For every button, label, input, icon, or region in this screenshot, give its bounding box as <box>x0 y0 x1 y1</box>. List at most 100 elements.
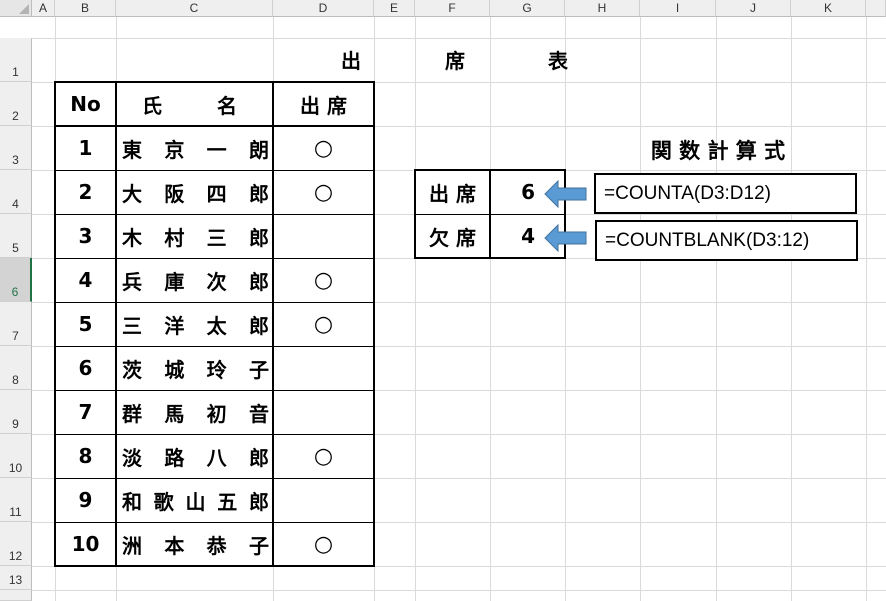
header-attendance: 出 席 <box>300 93 347 118</box>
name-char: 阪 <box>164 181 185 206</box>
row-header-13[interactable]: 13 <box>0 566 32 590</box>
name-char: 四 <box>206 181 227 206</box>
table-border <box>54 81 56 567</box>
name-char: 郎 <box>248 445 269 470</box>
row-header-9[interactable]: 9 <box>0 390 32 434</box>
table-row-divider <box>55 346 374 347</box>
row-header-11[interactable]: 11 <box>0 478 32 522</box>
name-char: 玲 <box>206 357 227 382</box>
name-char: 本 <box>164 533 185 558</box>
row-name[interactable]: 洲本恭子 <box>116 522 273 566</box>
gridline-vertical <box>716 17 717 601</box>
row-attendance-mark[interactable]: ○ <box>273 302 374 346</box>
row-attendance-mark[interactable] <box>273 390 374 434</box>
row-name[interactable]: 大阪四郎 <box>116 170 273 214</box>
header-no: No <box>70 92 101 116</box>
column-header-c[interactable]: C <box>116 0 273 17</box>
row-header-8[interactable]: 8 <box>0 346 32 390</box>
summary-border <box>414 169 416 259</box>
row-no[interactable]: 3 <box>55 214 116 258</box>
row-header-10[interactable]: 10 <box>0 434 32 478</box>
table-row-divider <box>55 390 374 391</box>
row-no[interactable]: 5 <box>55 302 116 346</box>
name-char: 三 <box>122 313 142 338</box>
row-attendance-mark[interactable]: ○ <box>273 170 374 214</box>
name-char: 大 <box>122 181 142 206</box>
name-char: 八 <box>206 445 227 470</box>
name-char: 城 <box>164 357 185 382</box>
row-attendance-mark[interactable] <box>273 214 374 258</box>
column-header-a[interactable]: A <box>32 0 55 17</box>
row-header-7[interactable]: 7 <box>0 302 32 346</box>
row-attendance-mark[interactable] <box>273 478 374 522</box>
gridline-vertical <box>415 17 416 601</box>
select-all-corner[interactable] <box>0 0 32 17</box>
name-char: 京 <box>164 137 185 162</box>
name-char: 歌 <box>153 489 174 514</box>
row-name[interactable]: 東京一朗 <box>116 126 273 170</box>
column-header-f[interactable]: F <box>415 0 490 17</box>
name-char: 五 <box>217 489 238 514</box>
row-header-3[interactable]: 3 <box>0 126 32 170</box>
row-attendance-mark[interactable]: ○ <box>273 434 374 478</box>
row-attendance-mark[interactable]: ○ <box>273 258 374 302</box>
row-header-4[interactable]: 4 <box>0 170 32 214</box>
row-name[interactable]: 和歌山五郎 <box>116 478 273 522</box>
column-header-overflow <box>866 0 886 17</box>
name-char: 山 <box>185 489 206 514</box>
row-header-2[interactable]: 2 <box>0 82 32 126</box>
row-attendance-mark[interactable]: ○ <box>273 522 374 566</box>
row-no[interactable]: 2 <box>55 170 116 214</box>
left-arrow-shape <box>544 224 587 252</box>
formula-heading: 関 数 計 算 式 <box>650 139 786 163</box>
table-header-divider <box>54 125 375 127</box>
column-header-g[interactable]: G <box>490 0 565 17</box>
column-header-i[interactable]: I <box>640 0 716 17</box>
header-name-char: 氏 <box>142 93 162 118</box>
name-char: 郎 <box>248 313 269 338</box>
row-name[interactable]: 淡路八郎 <box>116 434 273 478</box>
row-no[interactable]: 10 <box>55 522 116 566</box>
row-header-12[interactable]: 12 <box>0 522 32 566</box>
gridline-vertical <box>791 17 792 601</box>
column-header-j[interactable]: J <box>716 0 791 17</box>
row-name[interactable]: 木村三郎 <box>116 214 273 258</box>
column-header-b[interactable]: B <box>55 0 116 17</box>
name-char: 音 <box>248 401 269 426</box>
row-name[interactable]: 茨城玲子 <box>116 346 273 390</box>
name-char: 郎 <box>248 225 269 250</box>
formula-text-box[interactable]: =COUNTBLANK(D3:12) <box>595 220 858 261</box>
row-header-1[interactable]: 1 <box>0 38 32 82</box>
row-header-6[interactable]: 6 <box>0 258 32 302</box>
name-char: 和 <box>122 489 142 514</box>
row-attendance-mark[interactable] <box>273 346 374 390</box>
row-no[interactable]: 4 <box>55 258 116 302</box>
name-char: 郎 <box>248 181 269 206</box>
row-no[interactable]: 8 <box>55 434 116 478</box>
row-header-5[interactable]: 5 <box>0 214 32 258</box>
formula-text-box[interactable]: =COUNTA(D3:D12) <box>594 173 857 214</box>
row-no[interactable]: 6 <box>55 346 116 390</box>
title-char: 出 <box>341 48 361 73</box>
row-no[interactable]: 9 <box>55 478 116 522</box>
spreadsheet: ABCDEFGHIJK 1 2 3 4 5 6 7 8 9 10 11 12 13 出席表 No 氏名出 … <box>0 0 886 601</box>
column-header-d[interactable]: D <box>273 0 374 17</box>
name-char: 朗 <box>248 137 269 162</box>
name-char: 洲 <box>122 533 142 558</box>
gridline-vertical <box>565 17 566 601</box>
name-char: 恭 <box>206 533 227 558</box>
row-no[interactable]: 7 <box>55 390 116 434</box>
row-attendance-mark[interactable]: ○ <box>273 126 374 170</box>
table-row-divider <box>55 170 374 171</box>
row-no[interactable]: 1 <box>55 126 116 170</box>
row-name[interactable]: 兵庫次郎 <box>116 258 273 302</box>
row-name[interactable]: 群馬初音 <box>116 390 273 434</box>
row-name[interactable]: 三洋太郎 <box>116 302 273 346</box>
name-char: 木 <box>122 225 142 250</box>
name-char: 一 <box>206 137 227 162</box>
name-char: 群 <box>122 401 142 426</box>
column-header-k[interactable]: K <box>791 0 866 17</box>
name-char: 次 <box>206 269 227 294</box>
column-header-h[interactable]: H <box>565 0 640 17</box>
column-header-e[interactable]: E <box>374 0 415 17</box>
